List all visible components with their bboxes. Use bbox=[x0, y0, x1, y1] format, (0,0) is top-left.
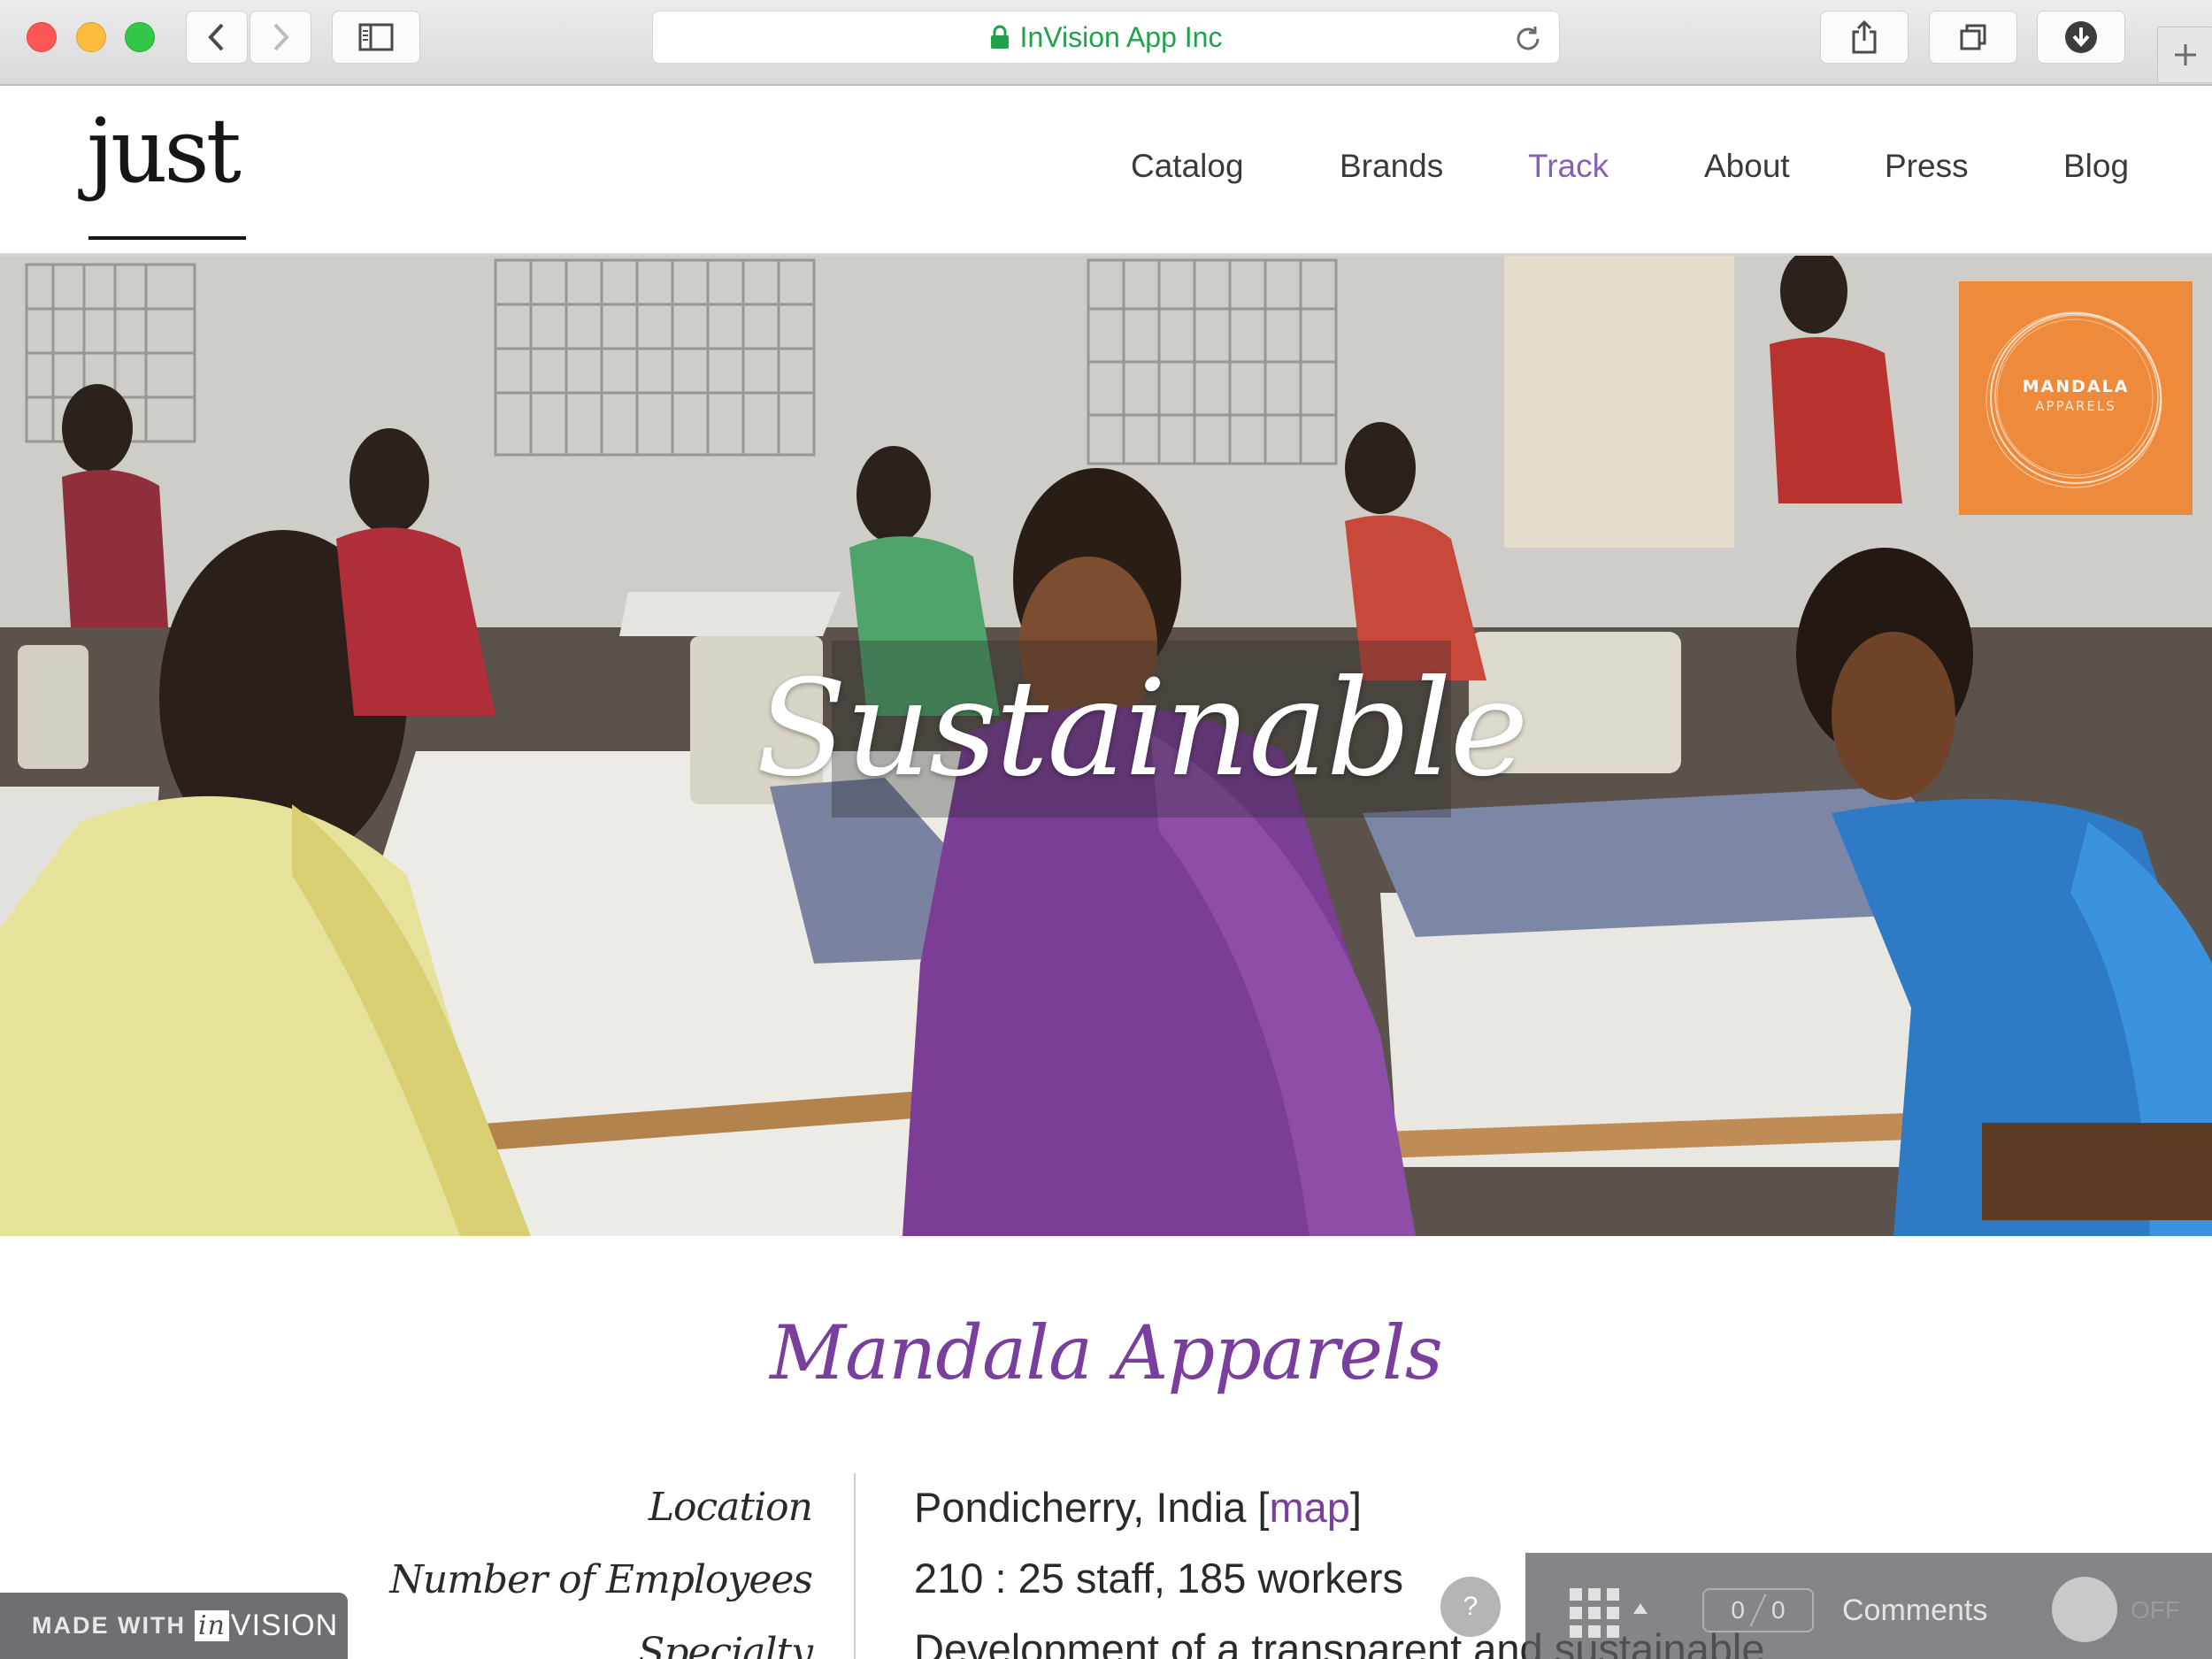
reload-icon[interactable] bbox=[1513, 24, 1543, 54]
forward-button[interactable] bbox=[250, 11, 311, 64]
show-tabs-button[interactable] bbox=[1929, 11, 2017, 64]
mandala-apparels-badge[interactable]: MANDALA APPARELS bbox=[1959, 281, 2193, 515]
hero-title-box: Sustainable bbox=[757, 641, 1528, 818]
comments-toggle-label: OFF bbox=[2131, 1596, 2180, 1624]
minimize-window-button[interactable] bbox=[76, 22, 106, 52]
sidebar-button[interactable] bbox=[332, 11, 420, 64]
invision-in-mark: in bbox=[194, 1610, 229, 1641]
comment-counter: 0 0 bbox=[1702, 1588, 1814, 1632]
made-with-text: MADE WITH bbox=[32, 1612, 186, 1639]
tabs-icon bbox=[1960, 24, 1986, 50]
comment-total: 0 bbox=[1771, 1596, 1786, 1624]
address-bar[interactable]: InVision App Inc bbox=[652, 11, 1560, 64]
downloads-button[interactable] bbox=[2037, 11, 2125, 64]
detail-label-employees: Number of Employees bbox=[389, 1557, 813, 1602]
location-suffix: ] bbox=[1349, 1484, 1362, 1531]
hero-title: Sustainable bbox=[756, 652, 1529, 806]
badge-name: MANDALA bbox=[2022, 377, 2130, 396]
browser-toolbar: InVision App Inc bbox=[0, 0, 2212, 86]
map-link[interactable]: map bbox=[1269, 1484, 1349, 1531]
made-with-invision-badge[interactable]: MADE WITH in VISION bbox=[0, 1593, 348, 1659]
address-text: InVision App Inc bbox=[1019, 20, 1223, 53]
main-nav: Catalog Brands Track About Press Blog bbox=[0, 148, 2212, 192]
comments-label[interactable]: Comments bbox=[1842, 1594, 1987, 1628]
invision-logo: in VISION bbox=[194, 1609, 339, 1643]
help-button[interactable]: ? bbox=[1440, 1577, 1501, 1637]
new-tab-button[interactable] bbox=[2157, 27, 2212, 83]
caret-up-icon[interactable] bbox=[1633, 1603, 1647, 1614]
logo-underline bbox=[88, 236, 246, 240]
details-divider bbox=[854, 1473, 856, 1659]
back-button[interactable] bbox=[186, 11, 248, 64]
lock-icon bbox=[990, 25, 1009, 49]
share-icon bbox=[1852, 19, 1877, 54]
back-icon bbox=[208, 23, 224, 51]
detail-value-location: Pondicherry, India [map] bbox=[914, 1483, 1362, 1532]
nav-blog[interactable]: Blog bbox=[2063, 148, 2129, 185]
sidebar-icon bbox=[358, 23, 394, 51]
counter-separator bbox=[1749, 1594, 1767, 1627]
detail-label-specialty: Specialty bbox=[638, 1630, 813, 1659]
grid-menu-icon[interactable] bbox=[1570, 1588, 1619, 1638]
comments-toggle[interactable] bbox=[2052, 1577, 2117, 1642]
detail-value-employees: 210 : 25 staff, 185 workers bbox=[914, 1555, 1404, 1601]
nav-about[interactable]: About bbox=[1704, 148, 1790, 185]
new-tab-icon bbox=[2174, 44, 2196, 65]
share-button[interactable] bbox=[1820, 11, 1909, 64]
nav-catalog[interactable]: Catalog bbox=[1131, 148, 1244, 185]
nav-press[interactable]: Press bbox=[1885, 148, 1969, 185]
comments-bar: 0 0 Comments OFF bbox=[1525, 1553, 2212, 1659]
download-icon bbox=[2065, 21, 2097, 53]
zoom-window-button[interactable] bbox=[125, 22, 155, 52]
site-header: just Catalog Brands Track About Press Bl… bbox=[0, 86, 2212, 256]
brand-title: Mandala Apparels bbox=[770, 1310, 1443, 1396]
detail-label-location: Location bbox=[648, 1485, 813, 1530]
close-window-button[interactable] bbox=[27, 22, 57, 52]
comment-count: 0 bbox=[1731, 1596, 1745, 1624]
location-text: Pondicherry, India [ bbox=[914, 1484, 1270, 1531]
nav-brands[interactable]: Brands bbox=[1340, 148, 1443, 185]
forward-icon bbox=[273, 23, 289, 51]
nav-track[interactable]: Track bbox=[1528, 148, 1609, 185]
badge-subname: APPARELS bbox=[2035, 398, 2116, 414]
hero-image: Sustainable MANDALA APPARELS bbox=[0, 256, 2212, 1236]
invision-wordmark: VISION bbox=[230, 1609, 339, 1642]
